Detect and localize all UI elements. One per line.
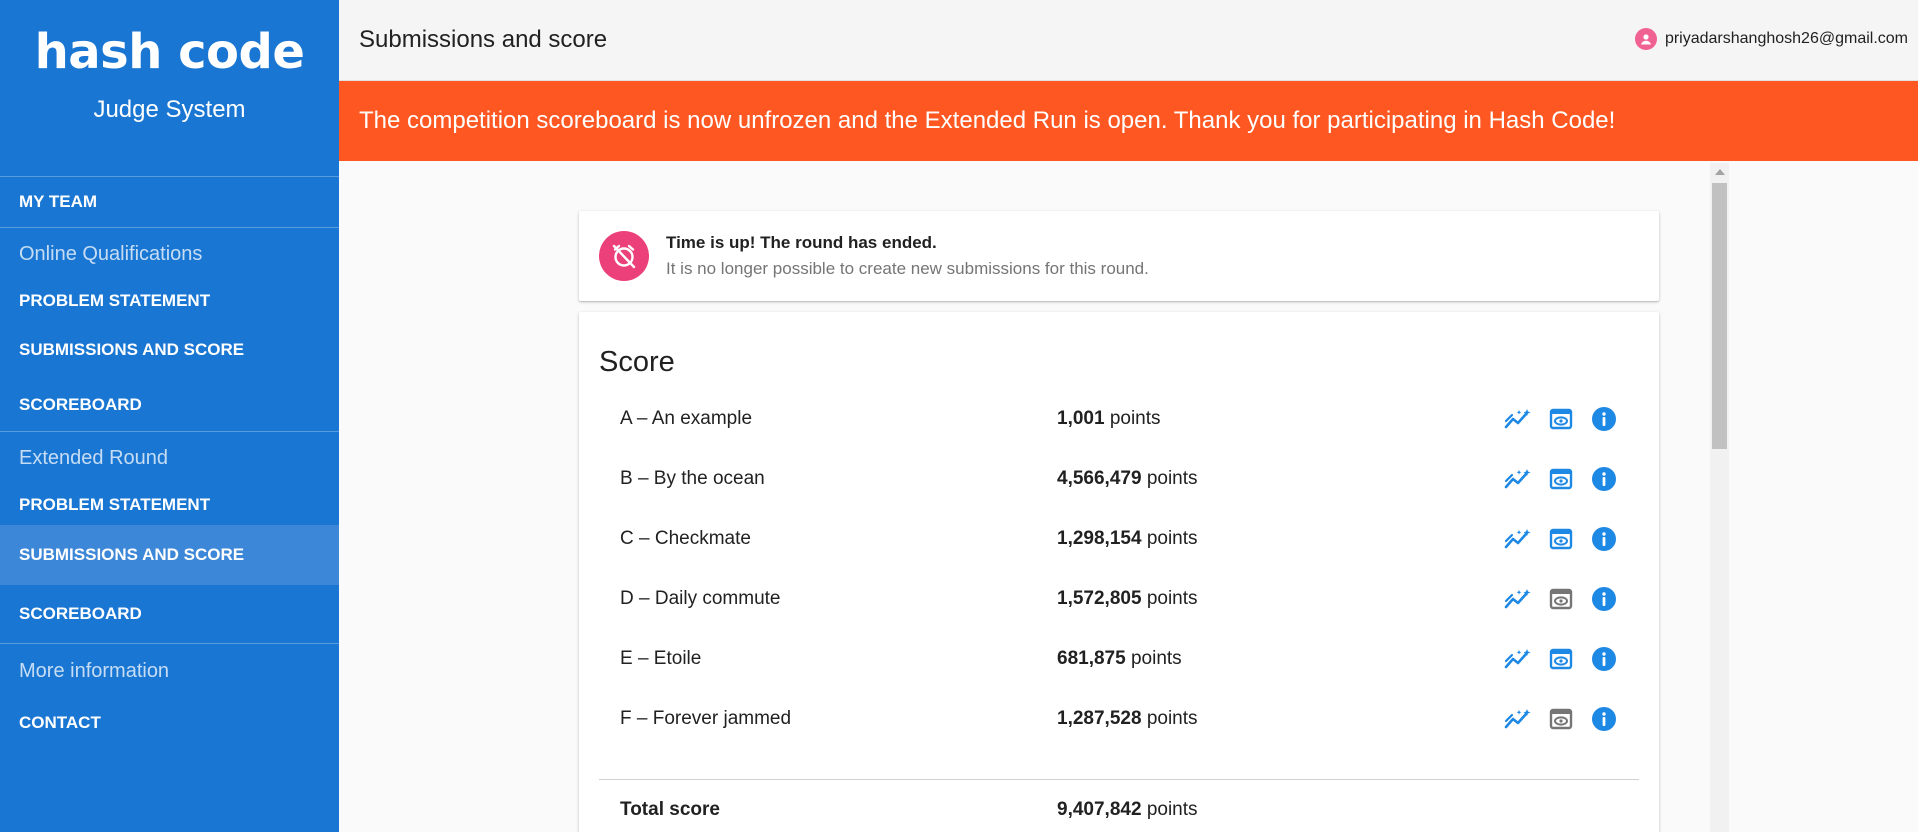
info-icon[interactable] [1590,705,1618,733]
brand: hash code Judge System [0,0,339,177]
auto-graph-icon[interactable] [1504,645,1532,673]
score-heading: Score [599,346,675,378]
round-ended-notice: Time is up! The round has ended. It is n… [579,211,1659,301]
points-value: 4,566,479 [1057,468,1142,489]
table-row: A – An example 1,001 points [599,389,1639,449]
dataset-name: C – Checkmate [620,528,751,549]
sidebar-item-problem-statement[interactable]: PROBLEM STATEMENT [0,280,339,321]
points-unit: points [1130,648,1182,669]
points-unit: points [1146,799,1198,820]
total-label: Total score [620,799,720,820]
points-value: 1,001 [1057,408,1105,429]
info-icon[interactable] [1590,645,1618,673]
dataset-name: E – Etoile [620,648,702,669]
row-actions [1504,645,1633,673]
section-header-more-information: More information [19,660,170,682]
notice-subtitle: It is no longer possible to create new s… [666,259,1149,278]
auto-graph-icon[interactable] [1504,405,1532,433]
points-value: 1,572,805 [1057,588,1142,609]
alarm-off-icon [599,231,649,281]
points-unit: points [1109,408,1161,429]
auto-graph-icon[interactable] [1504,585,1532,613]
dataset-points: 1,298,154 points [1057,528,1198,550]
sidebar-item-submissions-and-score[interactable]: SUBMISSIONS AND SCORE [0,321,339,379]
info-icon[interactable] [1590,405,1618,433]
row-actions [1504,465,1633,493]
sidebar-item-scoreboard-extended[interactable]: SCOREBOARD [0,585,339,643]
info-icon[interactable] [1590,585,1618,613]
table-row: B – By the ocean 4,566,479 points [599,449,1639,509]
points-value: 1,298,154 [1057,528,1142,549]
auto-graph-icon[interactable] [1504,465,1532,493]
sidebar-item-contact[interactable]: CONTACT [0,699,339,747]
auto-graph-icon[interactable] [1504,705,1532,733]
main-content: Time is up! The round has ended. It is n… [339,161,1714,832]
sidebar: hash code Judge System MY TEAM Online Qu… [0,0,339,832]
table-row: E – Etoile 681,875 points [599,629,1639,689]
dataset-points: 681,875 points [1057,648,1182,670]
points-value: 1,287,528 [1057,708,1142,729]
score-card: Score A – An example 1,001 points B – By… [579,312,1659,832]
section-header-online-qualifications: Online Qualifications [19,242,203,265]
top-bar: Submissions and score priyadarshanghosh2… [339,0,1918,81]
dataset-name: B – By the ocean [620,468,765,489]
dataset-points: 1,001 points [1057,408,1161,430]
preview-icon [1547,705,1575,733]
notice-title: Time is up! The round has ended. [666,233,937,252]
app-subtitle: Judge System [93,96,246,123]
total-points-value: 9,407,842 [1057,799,1142,820]
dataset-name: F – Forever jammed [620,708,792,729]
account-icon [1634,28,1657,50]
points-unit: points [1146,708,1198,729]
user-account[interactable]: priyadarshanghosh26@gmail.com [1634,28,1908,50]
auto-graph-icon[interactable] [1504,525,1532,553]
row-actions [1504,525,1633,553]
dataset-points: 1,572,805 points [1057,588,1198,610]
scrollbar-thumb[interactable] [1712,183,1727,449]
preview-icon[interactable] [1547,525,1575,553]
dataset-name: D – Daily commute [620,588,781,609]
sidebar-item-submissions-and-score-extended[interactable]: SUBMISSIONS AND SCORE [0,525,339,585]
section-header-extended-round: Extended Round [19,446,169,469]
preview-icon[interactable] [1547,645,1575,673]
user-email: priyadarshanghosh26@gmail.com [1664,30,1908,47]
dataset-points: 4,566,479 points [1057,468,1198,490]
row-actions [1504,405,1633,433]
points-value: 681,875 [1057,648,1126,669]
row-actions [1504,585,1633,613]
sidebar-item-my-team[interactable]: MY TEAM [0,177,339,227]
scroll-up-arrow[interactable] [1715,169,1725,175]
points-unit: points [1146,588,1198,609]
table-row: C – Checkmate 1,298,154 points [599,509,1639,569]
announcement-banner: The competition scoreboard is now unfroz… [339,81,1918,161]
page-title: Submissions and score [359,26,608,53]
row-actions [1504,705,1633,733]
dataset-points: 1,287,528 points [1057,708,1198,730]
sidebar-item-problem-statement-extended[interactable]: PROBLEM STATEMENT [0,484,339,525]
sidebar-item-scoreboard[interactable]: SCOREBOARD [0,379,339,431]
info-icon[interactable] [1590,525,1618,553]
points-unit: points [1146,528,1198,549]
preview-icon [1547,585,1575,613]
scrollbar[interactable] [1710,163,1729,832]
total-row: Total score 9,407,842 points [599,780,1639,832]
table-row: D – Daily commute 1,572,805 points [599,569,1639,629]
total-points: 9,407,842 points [1057,799,1198,821]
logo: hash code [34,24,305,80]
dataset-name: A – An example [620,408,753,429]
points-unit: points [1146,468,1198,489]
table-row: F – Forever jammed 1,287,528 points [599,689,1639,749]
preview-icon[interactable] [1547,405,1575,433]
preview-icon[interactable] [1547,465,1575,493]
info-icon[interactable] [1590,465,1618,493]
